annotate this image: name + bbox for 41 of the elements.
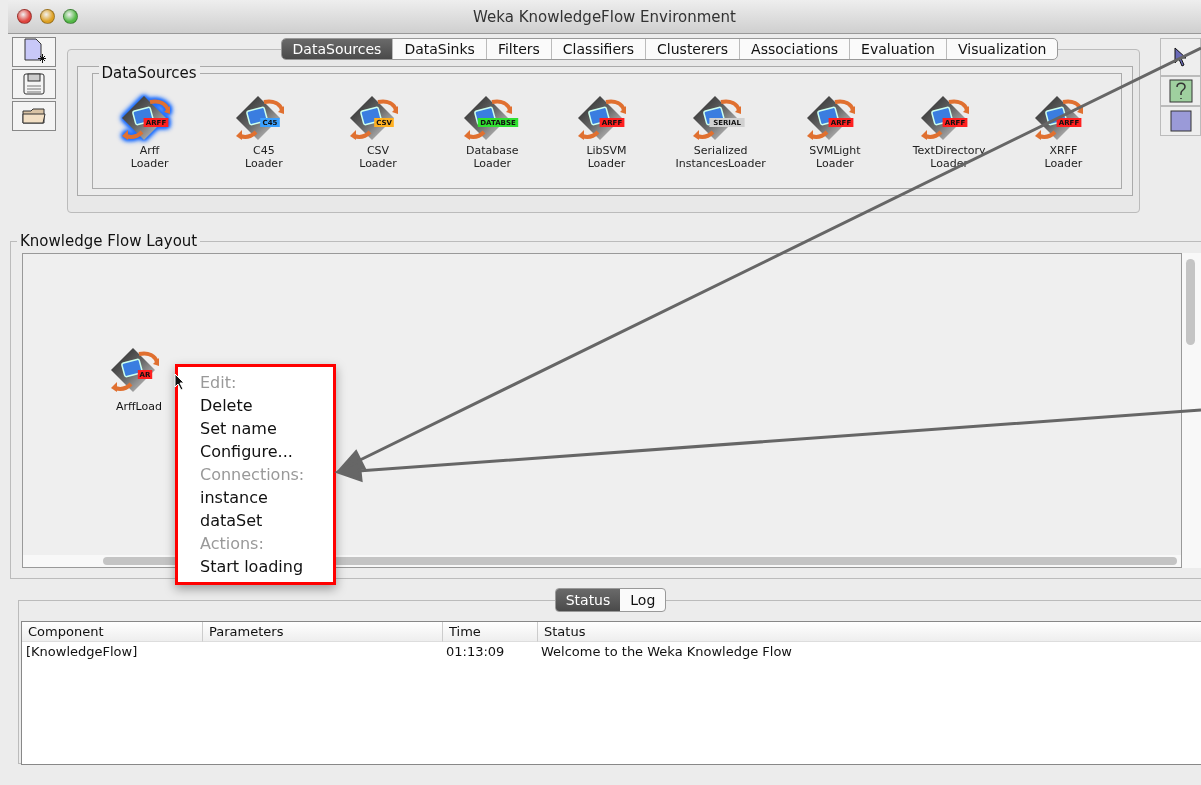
open-button[interactable] xyxy=(12,101,56,131)
new-file-icon xyxy=(22,38,46,66)
menu-section-label: Actions: xyxy=(200,533,264,555)
panel-title: Knowledge Flow Layout xyxy=(17,232,201,250)
menu-item[interactable]: Set name xyxy=(200,417,277,440)
window-control[interactable] xyxy=(63,9,78,24)
window-title: Weka KnowledgeFlow Environment xyxy=(473,7,736,26)
tab[interactable]: DataSinks xyxy=(393,39,487,59)
tab[interactable]: Filters xyxy=(486,39,552,59)
menu-item[interactable]: Delete xyxy=(200,394,253,417)
menu-item[interactable]: dataSet xyxy=(200,509,263,532)
table-cell-text: [KnowledgeFlow] xyxy=(25,643,139,661)
tab[interactable]: Classifiers xyxy=(551,39,647,59)
table-cell-text: Welcome to the Weka Knowledge Flow xyxy=(540,643,793,661)
tab[interactable]: Associations xyxy=(740,39,851,59)
help-button[interactable] xyxy=(1160,76,1201,106)
save-button[interactable] xyxy=(12,69,56,99)
menu-item[interactable]: Configure... xyxy=(200,440,293,463)
table-cell-text: 01:13:09 xyxy=(445,643,506,661)
new-file-button[interactable] xyxy=(12,37,56,67)
vertical-scrollbar[interactable] xyxy=(1182,253,1201,568)
column-header[interactable]: Status xyxy=(537,622,1201,642)
stop-button[interactable] xyxy=(1160,106,1201,136)
tab[interactable]: Log xyxy=(620,589,666,611)
column-header[interactable]: Time xyxy=(442,622,537,642)
tab[interactable]: Evaluation xyxy=(850,39,947,59)
stop-icon xyxy=(1169,110,1192,132)
tab[interactable]: Visualization xyxy=(947,39,1058,59)
tab[interactable]: Status xyxy=(555,589,621,611)
folder-icon xyxy=(21,106,47,126)
window-control[interactable] xyxy=(17,9,32,24)
column-header[interactable]: Parameters xyxy=(202,622,442,642)
tab[interactable]: Clusterers xyxy=(646,39,741,59)
node-label: ArffLoad xyxy=(116,400,162,413)
menu-section-label: Edit: xyxy=(200,372,237,394)
menu-item[interactable]: instance xyxy=(200,486,268,509)
window-control[interactable] xyxy=(40,9,55,24)
tab[interactable]: DataSources xyxy=(281,39,394,59)
pointer-button[interactable] xyxy=(1160,38,1201,76)
menu-section-label: Connections: xyxy=(200,464,305,486)
help-icon xyxy=(1168,79,1193,103)
